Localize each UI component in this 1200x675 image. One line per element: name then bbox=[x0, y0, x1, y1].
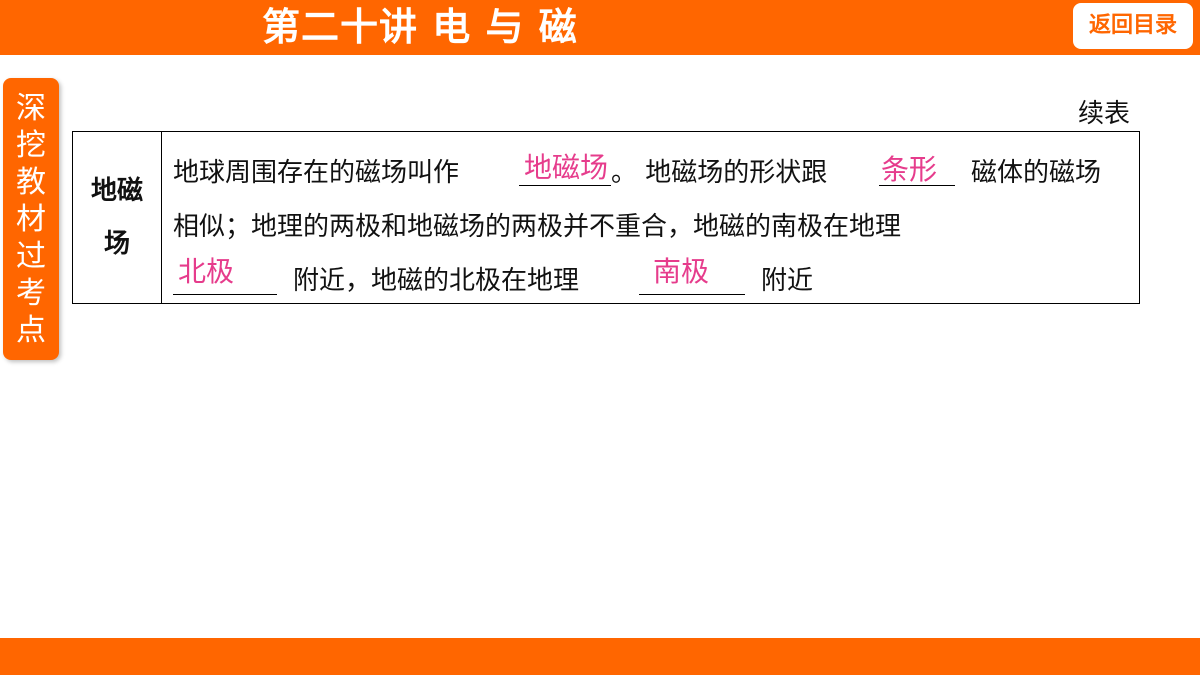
side-tab-char: 点 bbox=[16, 312, 46, 348]
answer-blank-4 bbox=[639, 294, 745, 295]
answer-blank-1 bbox=[519, 185, 611, 186]
row-heading-line2: 场 bbox=[103, 228, 130, 259]
answer-text-1: 地磁场 bbox=[524, 151, 609, 184]
side-tab-char: 深 bbox=[16, 90, 46, 126]
answer-text-2: 条形 bbox=[881, 153, 938, 186]
side-tab-char: 挖 bbox=[16, 127, 46, 163]
side-tab-char: 过 bbox=[16, 238, 46, 274]
side-tab-char: 考 bbox=[16, 275, 46, 311]
answer-text-4: 南极 bbox=[653, 255, 710, 288]
continued-label: 续表 bbox=[1078, 99, 1131, 129]
table-divider bbox=[161, 132, 162, 303]
text-line1-b: 。 地磁场的形状跟 bbox=[611, 158, 828, 188]
footer-bar bbox=[0, 638, 1200, 675]
answer-text-3: 北极 bbox=[178, 255, 235, 288]
row-heading: 地磁 场 bbox=[73, 132, 161, 303]
side-tab-char: 材 bbox=[16, 201, 46, 237]
back-to-contents-button[interactable]: 返回目录 bbox=[1073, 3, 1193, 49]
row-heading-line1: 地磁 bbox=[90, 175, 143, 206]
text-line3-a: 附近，地磁的北极在地理 bbox=[293, 266, 580, 296]
text-line1-a: 地球周围存在的磁场叫作 bbox=[173, 158, 460, 188]
side-tab-char: 教 bbox=[16, 164, 46, 200]
page-title: 第二十讲 电 与 磁 bbox=[262, 5, 578, 49]
text-line2: 相似；地理的两极和地磁场的两极并不重合，地磁的南极在地理 bbox=[173, 212, 902, 242]
text-line1-c: 磁体的磁场 bbox=[971, 158, 1102, 188]
header-bar bbox=[0, 0, 1200, 55]
answer-blank-3 bbox=[173, 294, 277, 295]
section-side-tab[interactable]: 深 挖 教 材 过 考 点 bbox=[3, 78, 59, 360]
knowledge-table: 地磁 场 地球周围存在的磁场叫作 地磁场 。 地磁场的形状跟 条形 磁体的磁场 … bbox=[72, 131, 1140, 304]
text-line3-b: 附近 bbox=[761, 266, 814, 296]
